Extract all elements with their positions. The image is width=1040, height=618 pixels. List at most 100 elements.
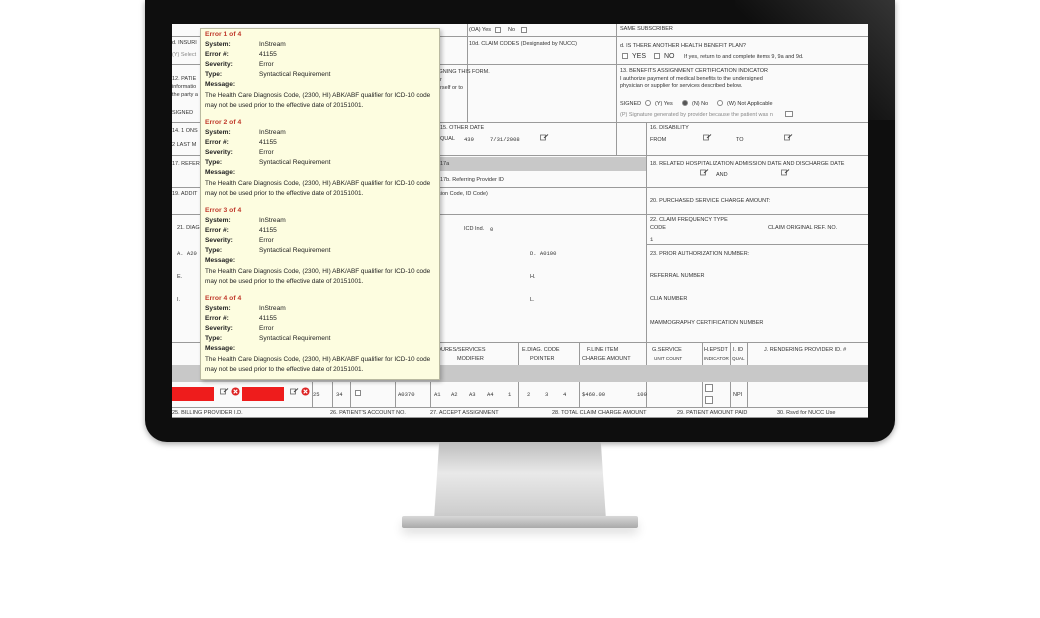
diag-d[interactable]: D. A0100: [530, 250, 556, 257]
line-cell[interactable]: A3: [469, 391, 476, 398]
error-system: InStream: [259, 305, 286, 312]
referral-label: REFERRAL NUMBER: [650, 273, 705, 279]
error-message: The Health Care Diagnosis Code, (2300, H…: [205, 268, 431, 285]
error-type-label: Type:: [205, 247, 223, 254]
left-label: d. INSURI: [172, 40, 197, 46]
field-16-label: 16. DISABILITY: [650, 125, 689, 131]
radio-signed-na[interactable]: [717, 100, 723, 106]
field-15-date[interactable]: 7/31/2008: [490, 136, 520, 143]
edit-pencil-icon[interactable]: [700, 169, 709, 176]
field-10c-yes: (OA) Yes: [469, 27, 492, 33]
left-label: 19. ADDIT: [172, 191, 198, 197]
line-cell[interactable]: 1: [508, 391, 511, 398]
error-title: Error 1 of 4: [205, 31, 242, 38]
line-cell[interactable]: 25: [313, 391, 320, 398]
line-cell[interactable]: A2: [451, 391, 458, 398]
error-date-field[interactable]: [172, 387, 214, 401]
error-message-label: Message:: [205, 257, 236, 264]
field-15-label: 15. OTHER DATE: [440, 125, 485, 131]
line-cell[interactable]: A4: [487, 391, 494, 398]
epsdt-checkbox[interactable]: [705, 384, 713, 392]
diag-h: H.: [530, 274, 536, 280]
line-cell-procedure[interactable]: A0370: [398, 391, 415, 398]
error-system-label: System:: [205, 305, 231, 312]
error-message: The Health Care Diagnosis Code, (2300, H…: [205, 92, 431, 109]
left-label: 14. 1 ONS: [172, 128, 198, 134]
error-severity-label: Severity:: [205, 149, 233, 156]
field-22-code-value[interactable]: 1: [650, 236, 653, 243]
edit-pencil-icon[interactable]: [540, 134, 549, 141]
field-26-label: 26. PATIENT'S ACCOUNT NO.: [330, 410, 406, 416]
line-cell-units[interactable]: 100: [637, 391, 647, 398]
col-pointer: POINTER: [530, 356, 555, 362]
error-date-field[interactable]: [242, 387, 284, 401]
edit-pencil-icon[interactable]: [784, 134, 793, 141]
checkbox-10c-yes[interactable]: [495, 27, 501, 33]
error-severity-label: Severity:: [205, 237, 233, 244]
error-number: 41155: [259, 315, 277, 322]
error-number: 41155: [259, 51, 277, 58]
signature-select[interactable]: (P) Signature generated by provider beca…: [620, 112, 773, 118]
col-qual: QUAL: [732, 356, 745, 361]
line-cell[interactable]: 4: [563, 391, 566, 398]
mid-label: urself or to: [437, 85, 463, 91]
field-22-label: 22. CLAIM FREQUENCY TYPE: [650, 217, 728, 223]
error-severity: Error: [259, 325, 274, 332]
error-type: Syntactical Requirement: [259, 335, 331, 342]
left-label: E.: [177, 274, 183, 280]
field-11d-note: If yes, return to and complete items 9, …: [684, 54, 804, 60]
monitor-stand: [434, 442, 606, 520]
edit-pencil-icon[interactable]: [781, 169, 790, 176]
mid-label: sion Code, ID Code): [438, 191, 488, 197]
checkbox-10c-no[interactable]: [521, 27, 527, 33]
error-type: Syntactical Requirement: [259, 247, 331, 254]
field-22-code: CODE: [650, 225, 666, 231]
error-system: InStream: [259, 129, 286, 136]
edit-pencil-icon[interactable]: [220, 388, 229, 395]
field-29-label: 29. PATIENT AMOUNT PAID: [677, 410, 748, 416]
error-x-icon[interactable]: [231, 387, 240, 396]
error-severity: Error: [259, 149, 274, 156]
line-cell[interactable]: 2: [527, 391, 530, 398]
radio-signed-yes[interactable]: [645, 100, 651, 106]
icd-ind-value[interactable]: 0: [490, 226, 493, 233]
left-label: 2 LAST M: [172, 142, 197, 148]
clia-label: CLIA NUMBER: [650, 296, 688, 302]
left-label: A. A20: [177, 250, 197, 257]
error-type-label: Type:: [205, 335, 223, 342]
field-25-label: 25. BILLING PROVIDER I.D.: [172, 410, 243, 416]
line-cell[interactable]: A1: [434, 391, 441, 398]
field-30-label: 30. Rsvd for NUCC Use: [777, 410, 836, 416]
checkbox-11d-no[interactable]: [654, 53, 660, 59]
field-11d-label: d. IS THERE ANOTHER HEALTH BENEFIT PLAN?: [620, 43, 746, 49]
error-number: 41155: [259, 139, 277, 146]
error-system-label: System:: [205, 217, 231, 224]
field-15-qual-value[interactable]: 439: [464, 136, 474, 143]
col-id: I. ID: [733, 347, 744, 353]
line-cell[interactable]: 3: [545, 391, 548, 398]
chevron-down-icon[interactable]: [785, 111, 793, 117]
checkbox-11d-yes[interactable]: [622, 53, 628, 59]
error-message-label: Message:: [205, 81, 236, 88]
left-label: I.: [177, 297, 181, 303]
error-title: Error 3 of 4: [205, 207, 242, 214]
error-severity-label: Severity:: [205, 325, 233, 332]
field-28-label: 28. TOTAL CLAIM CHARGE AMOUNT: [552, 410, 647, 416]
col-services: DURES/SERVICES: [437, 347, 486, 353]
error-message-label: Message:: [205, 169, 236, 176]
emergency-checkbox[interactable]: [355, 390, 361, 396]
line-cell[interactable]: 34: [336, 391, 343, 398]
col-line-item: F.LINE ITEM: [587, 347, 619, 353]
error-type-label: Type:: [205, 159, 223, 166]
edit-pencil-icon[interactable]: [290, 388, 299, 395]
field-23-label: 23. PRIOR AUTHORIZATION NUMBER:: [650, 251, 750, 257]
col-epsdt: H.EPSDT: [704, 347, 728, 353]
line-cell-charge[interactable]: $460.00: [582, 391, 605, 398]
error-x-icon[interactable]: [301, 387, 310, 396]
epsdt-checkbox[interactable]: [705, 396, 713, 404]
error-message-label: Message:: [205, 345, 236, 352]
col-indicator: INDICATOR: [704, 356, 729, 361]
left-label: SIGNED: [172, 110, 194, 116]
radio-signed-no[interactable]: [682, 100, 688, 106]
edit-pencil-icon[interactable]: [703, 134, 712, 141]
